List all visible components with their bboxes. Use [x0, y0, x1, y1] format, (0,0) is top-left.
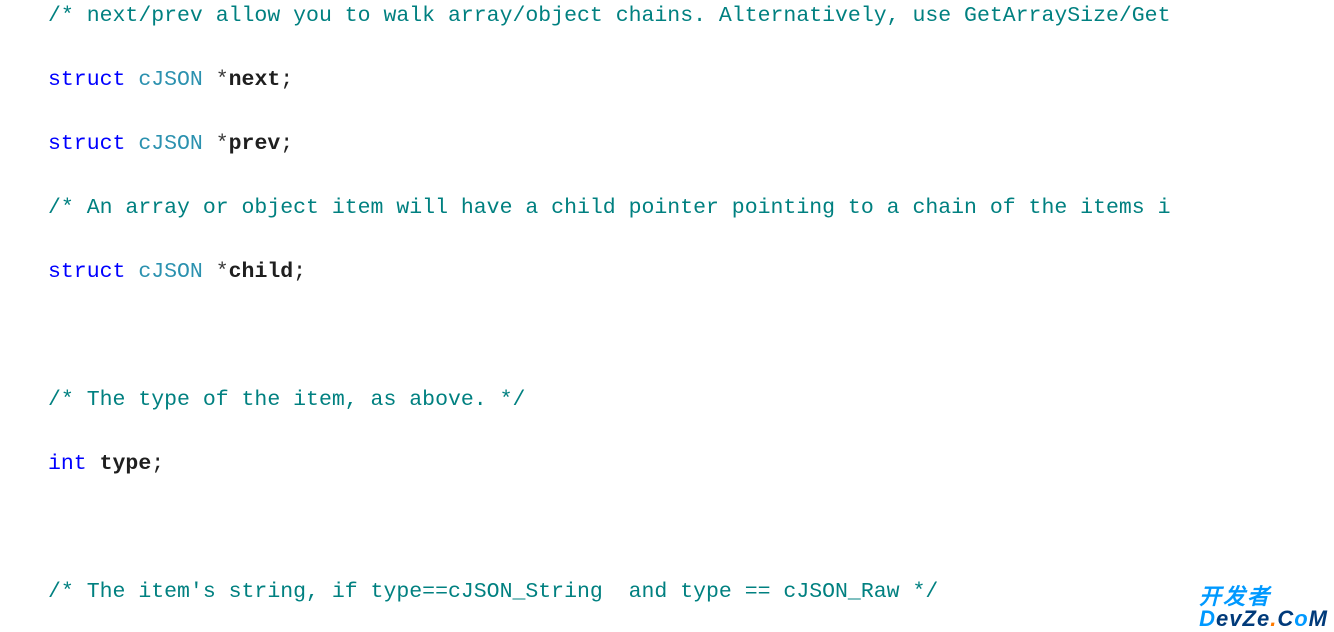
code-line: struct cJSON *child;: [0, 256, 1334, 288]
token-kw: struct: [48, 260, 125, 284]
token-punct: ;: [280, 132, 293, 156]
token-comment: /* The item's string, if type==cJSON_Str…: [48, 580, 938, 604]
token-typeident: cJSON: [138, 260, 203, 284]
code-line: [0, 512, 1334, 544]
code-line: /* The item's string, if type==cJSON_Str…: [0, 576, 1334, 608]
token-comment: /* next/prev allow you to walk array/obj…: [48, 4, 1170, 28]
code-block: /* next/prev allow you to walk array/obj…: [0, 0, 1334, 632]
token-punct: ;: [293, 260, 306, 284]
token-comment: /* The type of the item, as above. */: [48, 388, 525, 412]
token-punct: ;: [151, 452, 164, 476]
code-line: [0, 320, 1334, 352]
code-line: /* An array or object item will have a c…: [0, 192, 1334, 224]
token-plain: [125, 68, 138, 92]
code-line: /* next/prev allow you to walk array/obj…: [0, 0, 1334, 32]
token-ident: prev: [229, 132, 281, 156]
token-ident: child: [229, 260, 294, 284]
token-typeident: cJSON: [138, 132, 203, 156]
token-punct: ;: [280, 68, 293, 92]
token-kw: int: [48, 452, 87, 476]
token-plain: *: [203, 68, 229, 92]
code-line: /* The type of the item, as above. */: [0, 384, 1334, 416]
code-line: struct cJSON *next;: [0, 64, 1334, 96]
code-line: struct cJSON *prev;: [0, 128, 1334, 160]
token-plain: *: [203, 132, 229, 156]
token-kw: struct: [48, 68, 125, 92]
token-kw: struct: [48, 132, 125, 156]
code-line: int type;: [0, 448, 1334, 480]
token-ident: type: [100, 452, 152, 476]
token-plain: *: [203, 260, 229, 284]
token-plain: [125, 132, 138, 156]
token-typeident: cJSON: [138, 68, 203, 92]
token-comment: /* An array or object item will have a c…: [48, 196, 1170, 220]
token-ident: next: [229, 68, 281, 92]
token-plain: [125, 260, 138, 284]
token-plain: [87, 452, 100, 476]
